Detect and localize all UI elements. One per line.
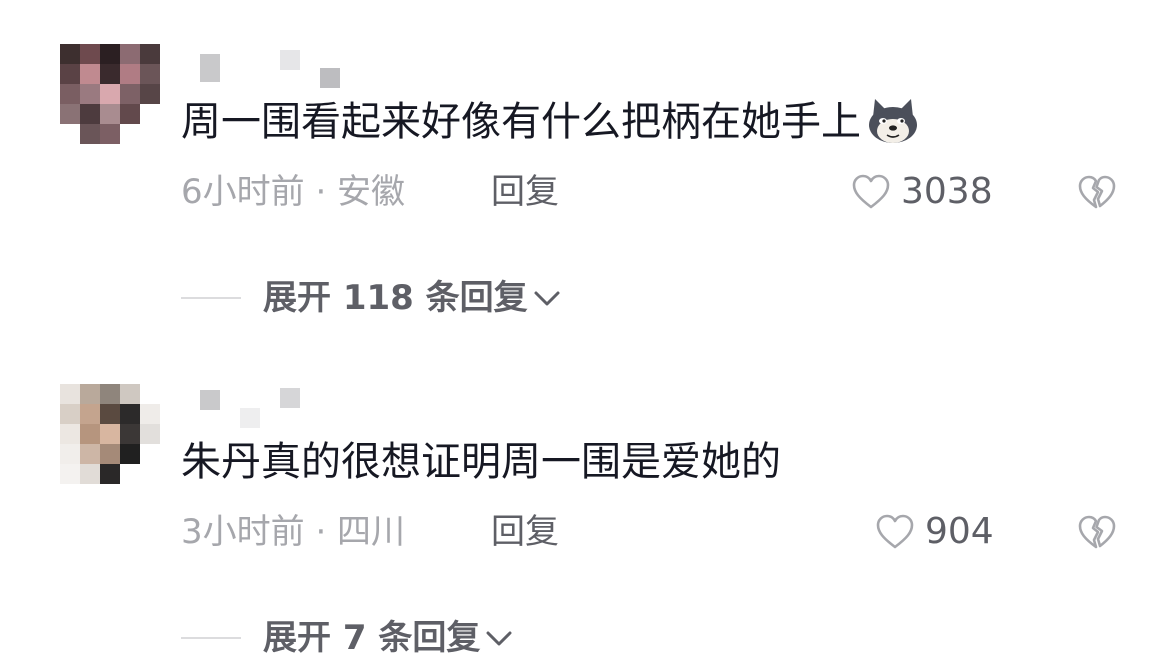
comment-list: 周一围看起来好像有什么把柄在她手上 6小时前 · 安徽 回复 3038 展开 1… [0, 0, 1170, 663]
chevron-down-icon [534, 291, 560, 306]
avatar[interactable] [60, 384, 160, 484]
broken-heart-icon[interactable] [1077, 512, 1117, 552]
comment-meta: 6小时前 · 安徽 回复 3038 [181, 170, 1141, 214]
expand-replies-button[interactable]: 展开 7 条回复 [181, 614, 514, 662]
divider [181, 297, 241, 299]
avatar[interactable] [60, 44, 160, 144]
comment-text: 周一围看起来好像有什么把柄在她手上 [181, 94, 921, 150]
comment-time-location: 6小时前 · 安徽 [181, 172, 406, 212]
expand-replies-label: 展开 7 条回复 [263, 618, 481, 658]
broken-heart-icon[interactable] [1077, 172, 1117, 212]
username[interactable] [200, 46, 360, 88]
chevron-down-icon [486, 631, 512, 646]
like-button[interactable]: 3038 [851, 170, 993, 214]
reply-button[interactable]: 回复 [491, 170, 559, 214]
expand-replies-button[interactable]: 展开 118 条回复 [181, 274, 562, 322]
like-button[interactable]: 904 [875, 510, 994, 554]
divider [181, 637, 241, 639]
username[interactable] [200, 386, 360, 428]
comment-time-location: 3小时前 · 四川 [181, 512, 406, 552]
expand-replies-label: 展开 118 条回复 [263, 278, 528, 318]
like-count: 3038 [901, 171, 993, 212]
heart-outline-icon [876, 514, 914, 549]
heart-outline-icon [852, 174, 890, 209]
doge-emoji-icon [869, 99, 917, 143]
comment-text: 朱丹真的很想证明周一围是爱她的 [181, 439, 781, 485]
comment-meta: 3小时前 · 四川 回复 904 [181, 510, 1141, 554]
reply-button[interactable]: 回复 [491, 510, 559, 554]
like-count: 904 [925, 511, 994, 552]
